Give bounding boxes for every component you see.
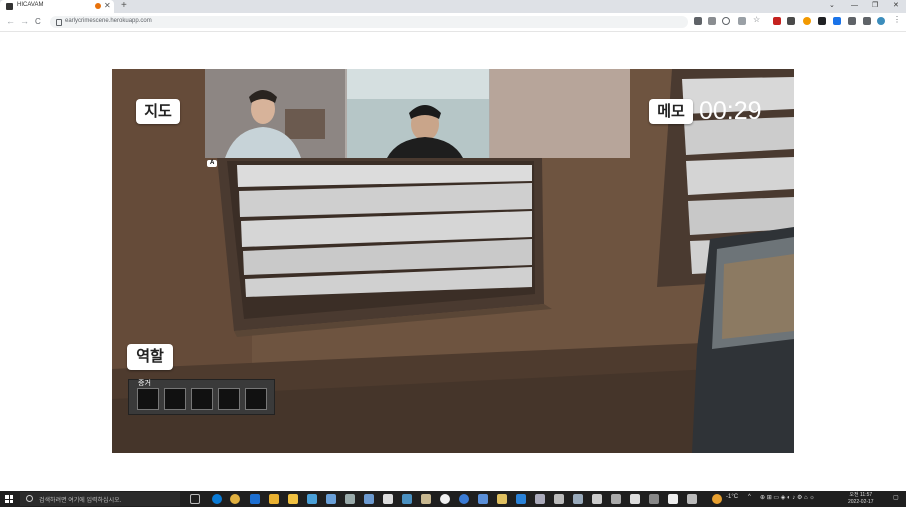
tab-title: HICAVAM — [17, 2, 44, 8]
app-icon[interactable] — [421, 494, 431, 504]
app-icon[interactable] — [307, 494, 317, 504]
tray-icons[interactable]: ⊕ ⊞ ▭ ◈ ◐ ♪ ⚙ ⌂ ☼ — [760, 494, 815, 501]
app-icon[interactable] — [668, 494, 678, 504]
menu-kebab-icon[interactable]: ⋮ — [893, 15, 901, 24]
taskbar-search-box[interactable]: 검색하려면 여기에 입력하십시오. — [20, 492, 180, 506]
back-button[interactable]: ← — [6, 16, 15, 27]
clock-time: 오전 11:57 — [849, 492, 873, 498]
extension-icon[interactable] — [787, 17, 795, 25]
app-icon[interactable] — [611, 494, 621, 504]
search-placeholder: 검색하려면 여기에 입력하십시오. — [39, 498, 122, 504]
vscode-icon[interactable] — [516, 494, 526, 504]
inventory-label: 증거 — [138, 380, 151, 387]
inventory-slot[interactable] — [218, 388, 240, 410]
bookmark-star-icon[interactable]: ☆ — [753, 15, 761, 24]
profile-avatar[interactable] — [877, 17, 885, 25]
weather-icon[interactable] — [712, 494, 722, 504]
person-silhouette-icon — [347, 69, 489, 158]
evidence-inventory: 증거 — [128, 379, 275, 415]
zoom-icon[interactable] — [722, 17, 730, 25]
restore-button[interactable]: ❐ — [872, 1, 878, 11]
edge-icon[interactable] — [212, 494, 222, 504]
inventory-slot[interactable] — [137, 388, 159, 410]
task-view-icon[interactable] — [190, 494, 200, 504]
weather-temp[interactable]: -1°C — [726, 494, 738, 500]
countdown-timer: 00:29 — [699, 97, 762, 125]
tab-close-button[interactable]: ✕ — [104, 1, 111, 11]
notification-icon[interactable]: ▢ — [893, 494, 899, 501]
translate-icon[interactable] — [708, 17, 716, 25]
camera-icon[interactable] — [694, 17, 702, 25]
url-text[interactable]: earlycrimescene.herokuapp.com — [65, 18, 152, 24]
extension-circle-icon[interactable] — [803, 17, 811, 25]
app-icon[interactable] — [326, 494, 336, 504]
windows-start-icon[interactable] — [5, 495, 13, 503]
zoom-app-icon[interactable] — [478, 494, 488, 504]
app-icon[interactable] — [364, 494, 374, 504]
inventory-slot[interactable] — [164, 388, 186, 410]
app-icon[interactable] — [630, 494, 640, 504]
forward-button[interactable]: → — [20, 16, 29, 27]
address-bar[interactable]: earlycrimescene.herokuapp.com — [50, 16, 688, 28]
extension-gray-icon[interactable] — [848, 17, 856, 25]
browser-toolbar: ← → C earlycrimescene.herokuapp.com ☆ ⋮ — [0, 13, 906, 32]
app-icon[interactable] — [402, 494, 412, 504]
app-icon[interactable] — [573, 494, 583, 504]
app-icon[interactable] — [687, 494, 697, 504]
new-tab-button[interactable]: + — [121, 0, 127, 12]
tab-strip: HICAVAM ✕ + ⌄ — ❐ ✕ — [0, 0, 906, 13]
extension-record-icon[interactable] — [773, 17, 781, 25]
windows-taskbar: 검색하려면 여기에 입력하십시오. -1°C ^ ⊕ ⊞ ▭ ◈ ◐ ♪ ⚙ ⌂… — [0, 491, 906, 507]
typora-icon[interactable] — [383, 494, 393, 504]
recording-icon — [95, 3, 101, 9]
participant-video-1[interactable] — [205, 69, 345, 158]
app-icon[interactable] — [345, 494, 355, 504]
memo-button[interactable]: 메모 — [649, 99, 693, 124]
tab-search-chevron-icon[interactable]: ⌄ — [829, 1, 835, 11]
system-clock[interactable]: 오전 11:57 2022-02-17 — [848, 492, 874, 506]
tray-chevron-icon[interactable]: ^ — [748, 494, 751, 500]
app-icon[interactable] — [554, 494, 564, 504]
extension-blue-icon[interactable] — [833, 17, 841, 25]
person-silhouette-icon — [205, 69, 345, 158]
window-close-button[interactable]: ✕ — [893, 1, 899, 11]
kakaotalk-icon[interactable] — [269, 494, 279, 504]
inventory-slot[interactable] — [245, 388, 267, 410]
share-icon[interactable] — [738, 17, 746, 25]
game-viewport[interactable]: A 지도 메모 00:29 역할 증거 — [112, 69, 794, 453]
extensions-puzzle-icon[interactable] — [863, 17, 871, 25]
ie-icon[interactable] — [250, 494, 260, 504]
map-button[interactable]: 지도 — [136, 99, 180, 124]
app-icon[interactable] — [592, 494, 602, 504]
role-button[interactable]: 역할 — [127, 344, 173, 370]
video-call-strip: A — [205, 69, 630, 167]
app-icon[interactable] — [497, 494, 507, 504]
chrome-icon[interactable] — [230, 494, 240, 504]
lock-icon — [56, 19, 62, 26]
minimize-button[interactable]: — — [851, 1, 858, 11]
site-favicon-icon — [6, 3, 13, 10]
app-icon[interactable] — [535, 494, 545, 504]
reload-button[interactable]: C — [35, 16, 41, 27]
download-icon[interactable] — [818, 17, 826, 25]
clock-date: 2022-02-17 — [848, 499, 874, 505]
participant-video-3[interactable] — [490, 69, 630, 158]
app-icon[interactable] — [649, 494, 659, 504]
inventory-slot[interactable] — [191, 388, 213, 410]
browser-tab[interactable]: HICAVAM ✕ — [0, 0, 114, 13]
search-icon — [26, 495, 33, 502]
participant-video-2[interactable] — [347, 69, 489, 158]
app-icon[interactable] — [440, 494, 450, 504]
app-icon[interactable] — [459, 494, 469, 504]
file-explorer-icon[interactable] — [288, 494, 298, 504]
camera-label: A — [207, 160, 218, 167]
